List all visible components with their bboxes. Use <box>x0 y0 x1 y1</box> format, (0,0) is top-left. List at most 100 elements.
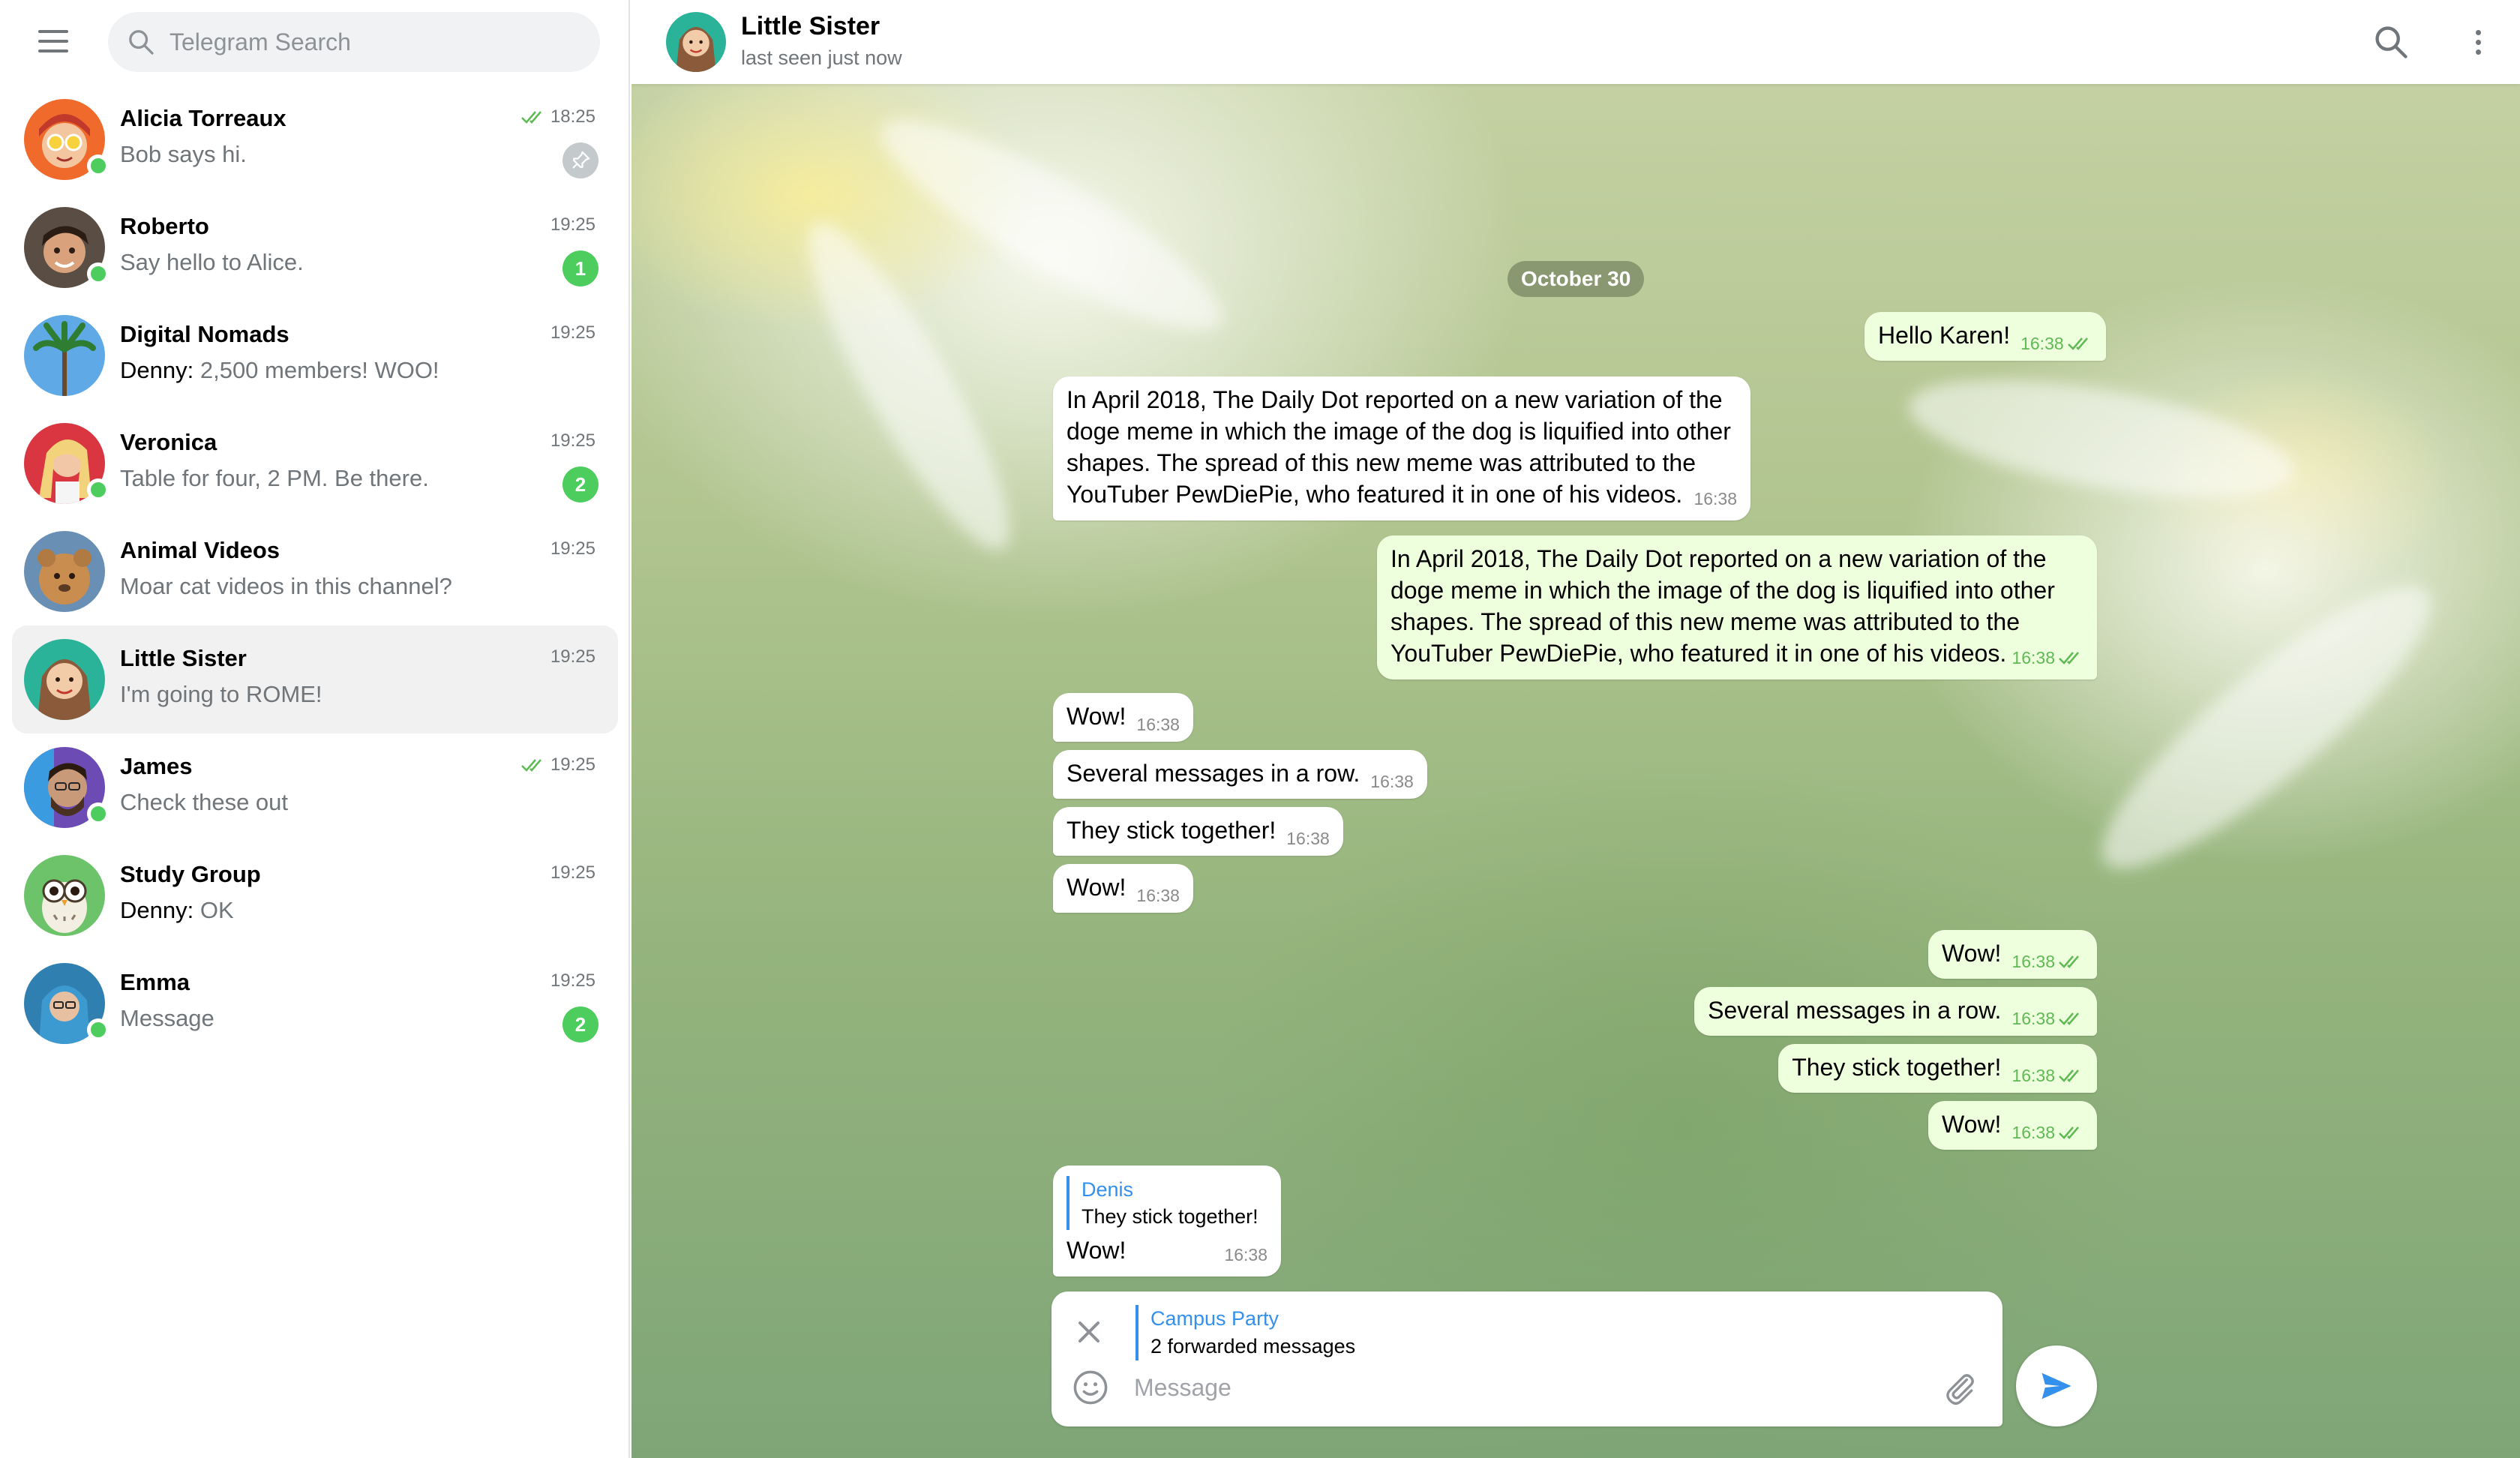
message-text: Wow! <box>1942 1111 2002 1138</box>
message-text: They stick together! <box>1066 817 1276 844</box>
background-decoration <box>860 88 1244 362</box>
search-box[interactable] <box>108 12 600 72</box>
message-time: 16:38 <box>1286 829 1330 848</box>
double-check-icon <box>521 111 542 124</box>
message-line: In April 2018, The Daily Dot reported on… <box>1066 386 1723 413</box>
attach-icon[interactable] <box>1941 1370 1978 1407</box>
message-incoming[interactable]: Wow! 16:38 <box>1053 864 1193 913</box>
chat-item-animal-videos[interactable]: Animal Videos Moar cat videos in this ch… <box>12 518 618 626</box>
chat-time-text: 19:25 <box>550 214 596 235</box>
message-line: shapes. The spread of this new meme was … <box>1390 608 2020 635</box>
message-incoming[interactable]: They stick together! 16:38 <box>1053 807 1343 856</box>
chat-list: Alicia Torreaux Bob says hi. 18:25 Rober… <box>12 86 618 1058</box>
chat-title[interactable]: Little Sister <box>741 12 880 41</box>
more-vertical-icon[interactable] <box>2458 22 2498 62</box>
emoji-icon[interactable] <box>1071 1368 1110 1407</box>
message-outgoing[interactable]: Several messages in a row. 16:38 <box>1694 987 2097 1036</box>
message-text: Several messages in a row. <box>1708 997 2002 1024</box>
sidebar-header <box>0 0 630 82</box>
chat-time-text: 19:25 <box>550 646 596 667</box>
chat-name: Animal Videos <box>120 537 280 563</box>
background-decoration <box>1900 356 2302 521</box>
message-time: 16:38 <box>1694 489 1737 508</box>
chat-time: 19:25 <box>550 646 596 668</box>
reply-text: They stick together! <box>1082 1205 1258 1228</box>
message-composer: Campus Party 2 forwarded messages <box>1052 1292 2002 1426</box>
message-outgoing[interactable]: Wow! 16:38 <box>1928 930 2097 979</box>
reply-quote[interactable]: Denis They stick together! <box>1066 1176 1268 1230</box>
message-meta: 16:38 <box>1136 880 1180 911</box>
chat-status: last seen just now <box>741 46 902 69</box>
search-icon <box>129 30 154 55</box>
chat-name: Veronica <box>120 429 218 455</box>
message-outgoing[interactable]: In April 2018, The Daily Dot reported on… <box>1377 536 2097 680</box>
chat-item-veronica[interactable]: Veronica Table for four, 2 PM. Be there.… <box>12 410 618 518</box>
message-outgoing[interactable]: Wow! 16:38 <box>1928 1101 2097 1150</box>
avatar <box>24 639 105 720</box>
chat-preview: Moar cat videos in this channel? <box>120 573 452 599</box>
chat-item-little-sister[interactable]: Little Sister I'm going to ROME! 19:25 <box>12 626 618 734</box>
chat-name: Study Group <box>120 861 261 887</box>
double-check-icon <box>2067 338 2088 350</box>
message-meta: 16:38 <box>2012 1060 2084 1091</box>
date-separator: October 30 <box>1508 261 1645 297</box>
message-outgoing[interactable]: They stick together! 16:38 <box>1778 1044 2097 1093</box>
online-indicator <box>87 1018 110 1041</box>
chat-name: Emma <box>120 969 190 995</box>
message-incoming-reply[interactable]: Denis They stick together! Wow! 16:38 <box>1053 1166 1281 1276</box>
chat-preview: Message <box>120 1005 214 1031</box>
chat-preview: I'm going to ROME! <box>120 681 322 707</box>
avatar <box>24 855 105 936</box>
chat-item-james[interactable]: James Check these out 19:25 <box>12 734 618 842</box>
chat-time: 18:25 <box>520 106 596 128</box>
chat-time-text: 18:25 <box>550 106 596 127</box>
chat-time: 19:25 <box>550 214 596 236</box>
chat-time-text: 19:25 <box>550 754 596 775</box>
message-line: YouTuber PewDiePie, who featured it in o… <box>1066 481 1683 508</box>
search-input[interactable] <box>170 12 590 72</box>
close-icon[interactable] <box>1071 1314 1107 1350</box>
message-meta: 16:38 <box>1694 483 1737 514</box>
preview-text: OK <box>200 897 234 923</box>
chat-preview: Table for four, 2 PM. Be there. <box>120 465 429 491</box>
header-avatar[interactable] <box>666 12 726 72</box>
chat-item-study-group[interactable]: Study Group Denny: OK 19:25 <box>12 842 618 950</box>
message-time: 16:38 <box>2012 952 2055 971</box>
preview-sender: Denny: <box>120 897 200 923</box>
forward-preview[interactable]: Campus Party 2 forwarded messages <box>1136 1305 1355 1360</box>
message-meta: 16:38 <box>2012 1003 2084 1034</box>
online-indicator <box>87 802 110 825</box>
chat-time: 19:25 <box>550 538 596 560</box>
message-time: 16:38 <box>1136 715 1180 734</box>
avatar <box>24 531 105 612</box>
chat-time-text: 19:25 <box>550 538 596 559</box>
message-meta: 16:38 <box>1136 709 1180 740</box>
online-indicator <box>87 478 110 501</box>
chat-item-digital-nomads[interactable]: Digital Nomads Denny: 2,500 members! WOO… <box>12 302 618 410</box>
send-button[interactable] <box>2016 1346 2097 1426</box>
message-time: 16:38 <box>1136 886 1180 905</box>
chat-item-roberto[interactable]: Roberto Say hello to Alice. 19:25 1 <box>12 194 618 302</box>
search-icon[interactable] <box>2372 22 2410 62</box>
message-text: Several messages in a row. <box>1066 760 1360 787</box>
message-meta: 16:38 <box>1224 1239 1268 1270</box>
message-incoming[interactable]: Several messages in a row. 16:38 <box>1053 750 1427 799</box>
unread-badge: 2 <box>562 1006 598 1042</box>
double-check-icon <box>521 759 542 772</box>
message-meta: 16:38 <box>2012 1117 2084 1148</box>
chat-item-emma[interactable]: Emma Message 19:25 2 <box>12 950 618 1058</box>
message-outgoing[interactable]: Hello Karen! 16:38 <box>1864 312 2106 361</box>
message-text: Wow! <box>1942 940 2002 967</box>
chat-preview: Bob says hi. <box>120 141 247 167</box>
chat-item-alicia-torreaux[interactable]: Alicia Torreaux Bob says hi. 18:25 <box>12 86 618 194</box>
message-incoming[interactable]: Wow! 16:38 <box>1053 693 1193 742</box>
avatar <box>24 315 105 396</box>
double-check-icon <box>2059 1126 2079 1139</box>
chat-area: Little Sister last seen just now October… <box>632 0 2520 1458</box>
message-input[interactable] <box>1134 1366 1899 1408</box>
message-meta: 16:38 <box>1370 766 1414 797</box>
double-check-icon <box>2059 1012 2079 1025</box>
hamburger-menu-icon[interactable] <box>30 22 76 60</box>
message-incoming[interactable]: In April 2018, The Daily Dot reported on… <box>1053 376 1750 520</box>
forward-title: Campus Party <box>1150 1307 1280 1330</box>
